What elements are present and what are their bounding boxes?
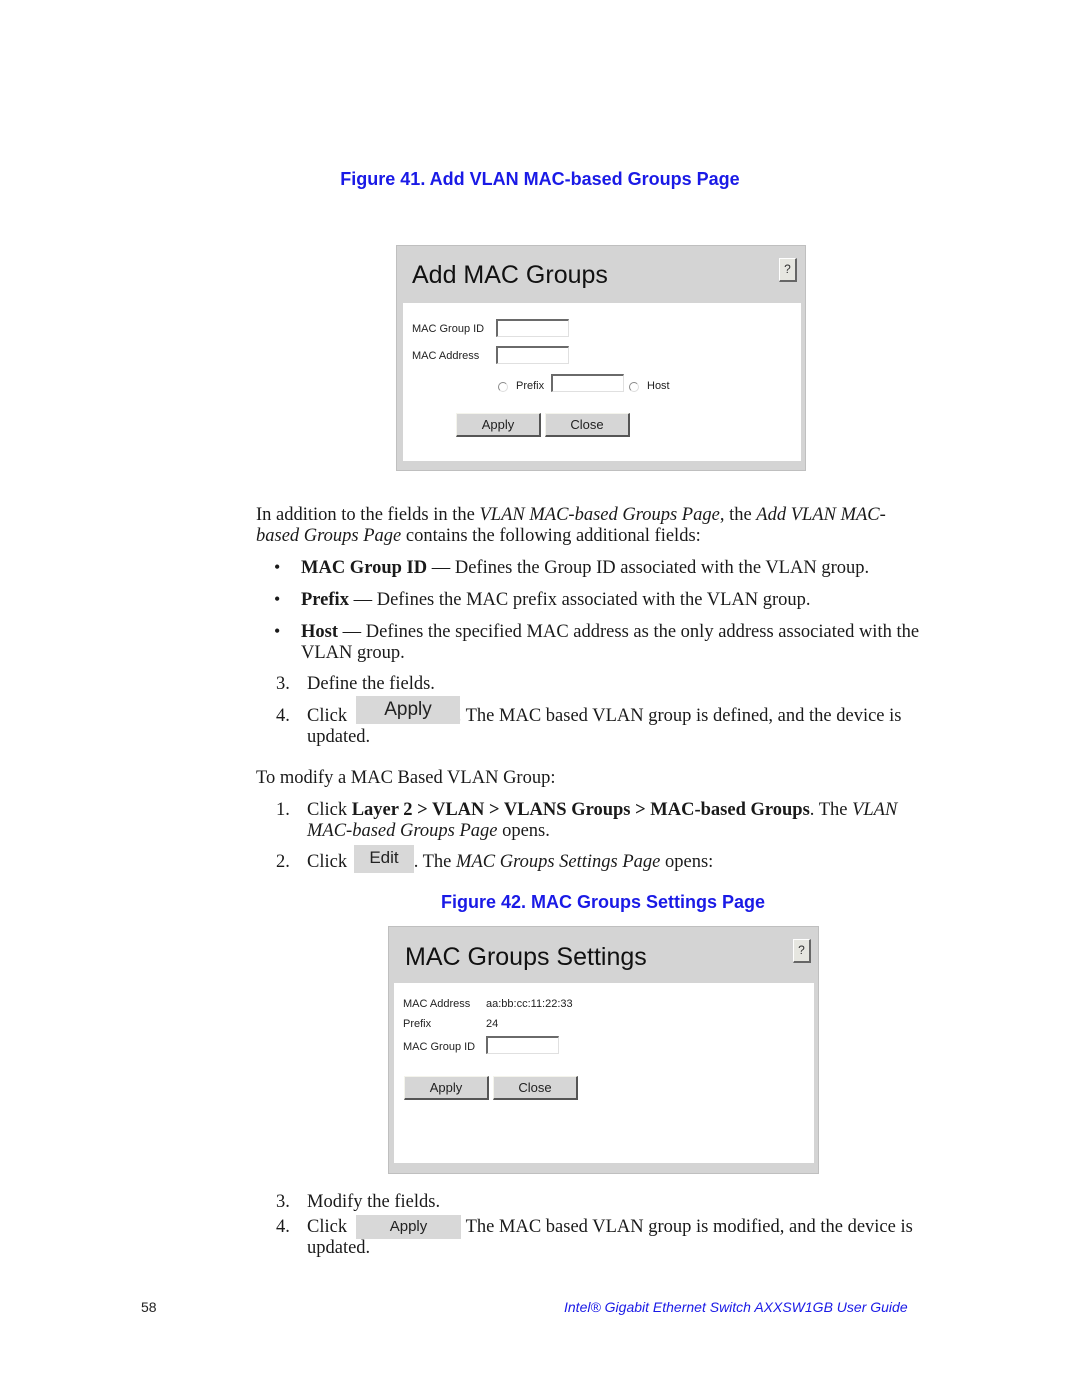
prefix-label: Prefix [403, 1018, 432, 1030]
help-button[interactable]: ? [779, 258, 797, 282]
panel-title: MAC Groups Settings [405, 943, 647, 971]
prefix-radio[interactable] [498, 382, 508, 392]
step-number: 3. [276, 1192, 290, 1212]
step-number: 1. [276, 800, 290, 820]
mac-group-id-input[interactable] [496, 319, 569, 337]
bullet-dot: • [274, 589, 281, 609]
bullet-host: Host — Defines the specified MAC address… [301, 622, 920, 663]
host-radio[interactable] [629, 382, 639, 392]
page-number: 58 [141, 1299, 157, 1315]
mac-group-id-label: MAC Group ID [412, 323, 485, 335]
mac-address-value: aa:bb:cc:11:22:33 [486, 998, 573, 1010]
step-modify-fields: Modify the fields. [307, 1192, 441, 1212]
step-number: 4. [276, 1217, 290, 1237]
mac-group-id-label: MAC Group ID [403, 1041, 476, 1053]
step-navigate: Click Layer 2 > VLAN > VLANS Groups > MA… [307, 800, 898, 841]
panel-body: MAC Group ID MAC Address Prefix Host App… [403, 303, 801, 461]
modify-intro: To modify a MAC Based VLAN Group: [256, 768, 556, 788]
apply-button[interactable]: Apply [456, 413, 541, 437]
help-button[interactable]: ? [793, 939, 811, 963]
mac-address-label: MAC Address [412, 350, 480, 362]
step-number: 4. [276, 706, 290, 726]
mac-address-label: MAC Address [403, 998, 471, 1010]
inline-edit-button: Edit [354, 845, 414, 873]
panel-body: MAC Address aa:bb:cc:11:22:33 Prefix 24 … [394, 983, 814, 1163]
figure-42-caption: Figure 42. MAC Groups Settings Page [440, 892, 766, 912]
prefix-value: 24 [486, 1018, 499, 1030]
close-button[interactable]: Close [545, 413, 630, 437]
panel-title: Add MAC Groups [412, 261, 608, 289]
prefix-input[interactable] [551, 374, 624, 392]
step-define-fields: Define the fields. [307, 674, 435, 694]
apply-button[interactable]: Apply [404, 1076, 489, 1100]
inline-apply-button: Apply [356, 696, 460, 724]
close-button[interactable]: Close [493, 1076, 578, 1100]
footer-title: Intel® Gigabit Ethernet Switch AXXSW1GB … [564, 1299, 908, 1315]
bullet-dot: • [274, 621, 281, 641]
step-number: 3. [276, 674, 290, 694]
bullet-prefix: Prefix — Defines the MAC prefix associat… [301, 590, 811, 610]
bullet-mac-group-id: MAC Group ID — Defines the Group ID asso… [301, 558, 870, 578]
inline-apply-button: Apply [356, 1215, 461, 1239]
step-number: 2. [276, 852, 290, 872]
prefix-label: Prefix [516, 380, 545, 392]
intro-paragraph: In addition to the fields in the VLAN MA… [256, 505, 886, 546]
mac-address-input[interactable] [496, 346, 569, 364]
mac-groups-settings-panel: MAC Groups Settings ? MAC Address aa:bb:… [388, 926, 819, 1174]
figure-41-caption: Figure 41. Add VLAN MAC-based Groups Pag… [340, 169, 740, 189]
bullet-dot: • [274, 557, 281, 577]
add-mac-groups-panel: Add MAC Groups ? MAC Group ID MAC Addres… [396, 245, 806, 471]
host-label: Host [647, 380, 670, 392]
mac-group-id-input[interactable] [486, 1036, 559, 1054]
